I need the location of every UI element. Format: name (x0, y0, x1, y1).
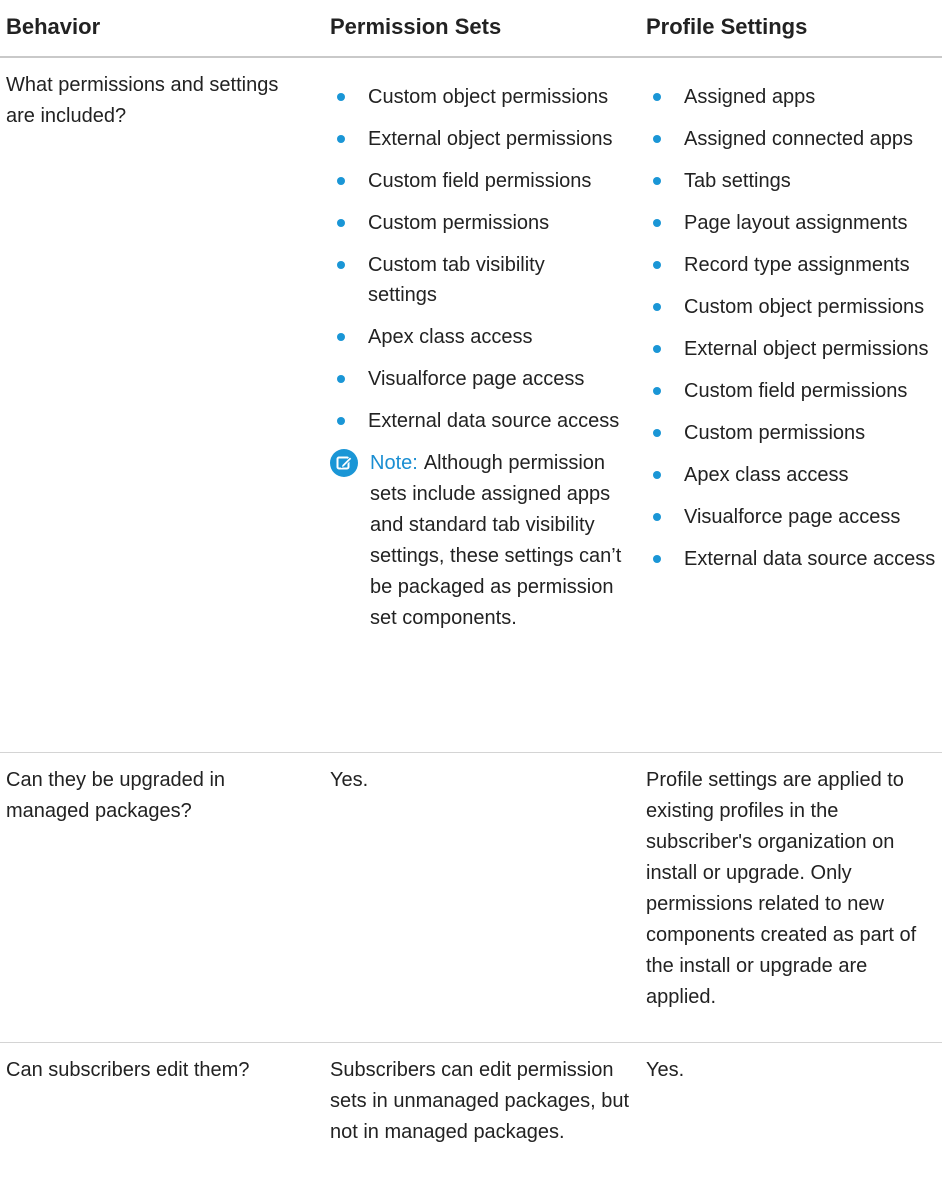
list-item: External data source access (330, 406, 642, 436)
behavior-cell: What permissions and settings are includ… (6, 74, 279, 127)
bullet-icon (653, 303, 661, 311)
behavior-cell: Can subscribers edit them? (6, 1059, 250, 1081)
list-item: Custom tab visibility settings (330, 250, 642, 310)
table-row: What permissions and settings are includ… (0, 58, 942, 753)
bullet-icon (337, 219, 345, 227)
list-item: Custom permissions (646, 418, 942, 448)
header-permission-sets: Permission Sets (330, 14, 502, 39)
bullet-icon (653, 135, 661, 143)
bullet-icon (337, 375, 345, 383)
profile-settings-cell: Profile settings are applied to existing… (646, 769, 917, 1008)
bullet-icon (653, 387, 661, 395)
list-item: Custom field permissions (330, 166, 642, 196)
list-item: Custom object permissions (330, 82, 642, 112)
table-row: Can subscribers edit them? Subscribers c… (0, 1043, 942, 1163)
profile-settings-cell: Assigned apps Assigned connected apps Ta… (646, 82, 942, 586)
header-behavior: Behavior (6, 14, 101, 39)
table-row: Can they be upgraded in managed packages… (0, 753, 942, 1043)
edit-note-icon (330, 449, 358, 477)
list-item: Record type assignments (646, 250, 942, 280)
bullet-icon (653, 471, 661, 479)
list-item: Visualforce page access (330, 364, 642, 394)
bullet-icon (653, 93, 661, 101)
list-item: Assigned apps (646, 82, 942, 112)
profile-settings-cell: Yes. (646, 1059, 685, 1081)
permissions-comparison-table: Behavior Permission Sets Profile Setting… (0, 0, 942, 1163)
bullet-icon (337, 177, 345, 185)
list-item: External object permissions (330, 124, 642, 154)
list-item: Apex class access (330, 322, 642, 352)
bullet-icon (337, 417, 345, 425)
bullet-icon (337, 261, 345, 269)
permission-sets-cell: Custom object permissions External objec… (330, 82, 642, 634)
permission-sets-list: Custom object permissions External objec… (330, 82, 642, 436)
list-item: Page layout assignments (646, 208, 942, 238)
list-item: External data source access (646, 544, 942, 574)
profile-settings-list: Assigned apps Assigned connected apps Ta… (646, 82, 942, 574)
bullet-icon (337, 93, 345, 101)
bullet-icon (653, 261, 661, 269)
list-item: Apex class access (646, 460, 942, 490)
bullet-icon (653, 513, 661, 521)
list-item: Custom field permissions (646, 376, 942, 406)
bullet-icon (653, 345, 661, 353)
header-profile-settings: Profile Settings (646, 14, 808, 39)
note-text: Although permission sets include assigne… (370, 452, 622, 629)
list-item: External object permissions (646, 334, 942, 364)
bullet-icon (653, 555, 661, 563)
bullet-icon (337, 135, 345, 143)
bullet-icon (337, 333, 345, 341)
permission-sets-cell: Subscribers can edit permission sets in … (330, 1059, 630, 1143)
note-label: Note: (370, 452, 418, 474)
bullet-icon (653, 177, 661, 185)
list-item: Visualforce page access (646, 502, 942, 532)
behavior-cell: Can they be upgraded in managed packages… (6, 769, 226, 822)
bullet-icon (653, 219, 661, 227)
permission-sets-cell: Yes. (330, 769, 369, 791)
bullet-icon (653, 429, 661, 437)
note-callout: Note: Although permission sets include as… (330, 448, 635, 634)
table-header-row: Behavior Permission Sets Profile Setting… (0, 0, 942, 58)
list-item: Custom permissions (330, 208, 642, 238)
list-item: Custom object permissions (646, 292, 942, 322)
list-item: Tab settings (646, 166, 942, 196)
list-item: Assigned connected apps (646, 124, 942, 154)
